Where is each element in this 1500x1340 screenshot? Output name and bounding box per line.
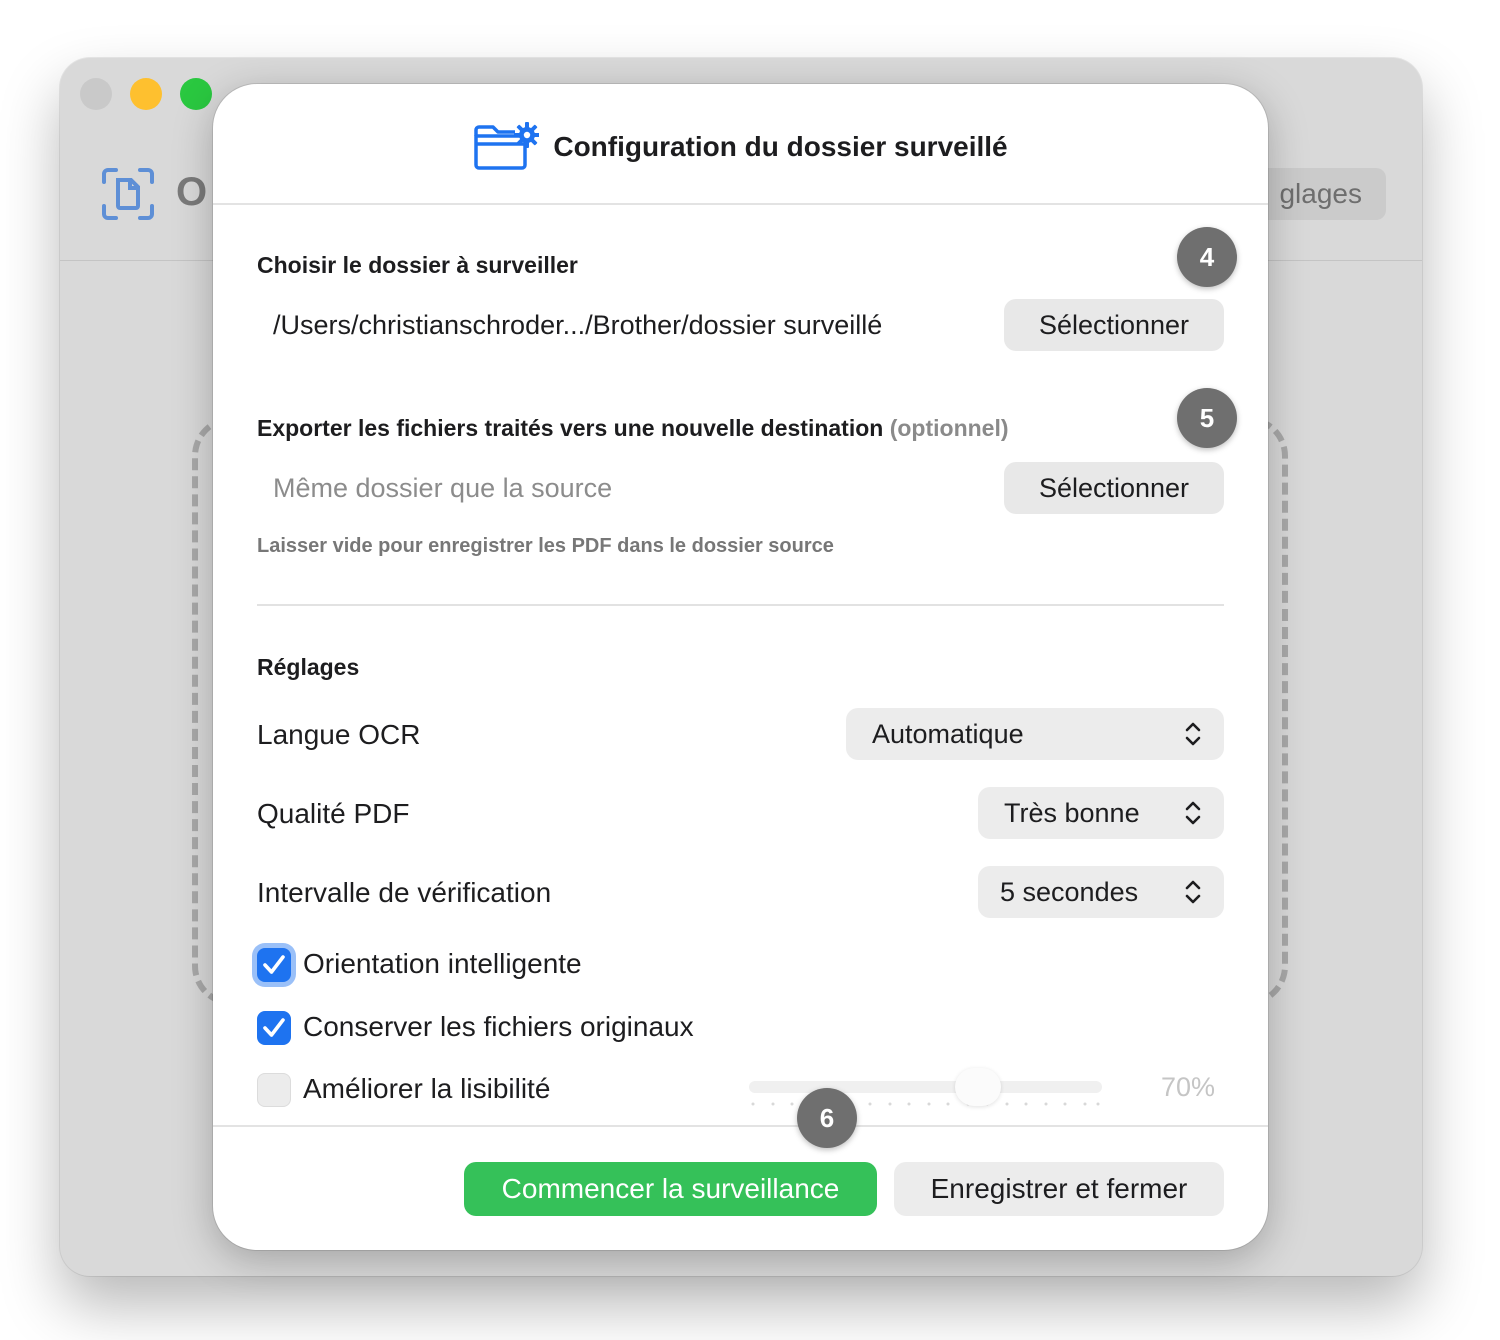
step-badge-5: 5	[1177, 388, 1237, 448]
pdf-quality-value: Très bonne	[1004, 798, 1140, 828]
save-and-close-button[interactable]: Enregistrer et fermer	[894, 1162, 1224, 1216]
footer-divider	[213, 1125, 1268, 1127]
section-divider	[257, 604, 1224, 606]
scan-document-icon	[102, 168, 154, 220]
step-badge-4: 4	[1177, 227, 1237, 287]
check-interval-label: Intervalle de vérification	[257, 877, 552, 908]
chevron-updown-icon	[1185, 801, 1201, 825]
step-badge-6: 6	[797, 1088, 857, 1148]
pdf-quality-popup[interactable]: Très bonne	[978, 787, 1224, 839]
sheet-header: Configuration du dossier surveillé	[213, 84, 1268, 205]
smart-orientation-checkbox[interactable]	[257, 948, 291, 982]
optional-tag: (optionnel)	[889, 415, 1009, 441]
check-interval-value: 5 secondes	[1000, 877, 1139, 907]
export-helper-text: Laisser vide pour enregistrer les PDF da…	[257, 535, 834, 557]
export-destination-label: Exporter les fichiers traités vers une n…	[257, 415, 1009, 442]
app-title: O	[176, 170, 208, 214]
start-monitoring-button[interactable]: Commencer la surveillance	[464, 1162, 877, 1216]
source-folder-label: Choisir le dossier à surveiller	[257, 252, 578, 278]
keep-originals-checkbox[interactable]	[257, 1011, 291, 1045]
folder-gear-icon	[474, 121, 540, 170]
close-window-button[interactable]	[80, 78, 112, 110]
check-interval-popup[interactable]: 5 secondes	[978, 866, 1224, 918]
readability-slider-value: 70%	[1161, 1072, 1216, 1102]
readability-slider-track[interactable]	[749, 1081, 1102, 1093]
sheet-title: Configuration du dossier surveillé	[553, 130, 1008, 162]
zoom-window-button[interactable]	[180, 78, 212, 110]
select-export-button[interactable]: Sélectionner	[1004, 462, 1224, 514]
checkmark-icon	[263, 955, 285, 974]
improve-readability-checkbox[interactable]	[257, 1073, 291, 1107]
watched-folder-sheet: Configuration du dossier surveillé Chois…	[213, 84, 1268, 1250]
source-path: /Users/christianschroder.../Brother/doss…	[273, 310, 883, 340]
settings-heading: Réglages	[257, 654, 360, 680]
export-path-placeholder: Même dossier que la source	[273, 473, 613, 503]
minimize-window-button[interactable]	[130, 78, 162, 110]
select-source-button[interactable]: Sélectionner	[1004, 299, 1224, 351]
ocr-language-popup[interactable]: Automatique	[846, 708, 1224, 760]
checkmark-icon	[263, 1018, 285, 1037]
ocr-language-label: Langue OCR	[257, 719, 421, 750]
smart-orientation-label: Orientation intelligente	[303, 948, 582, 979]
ocr-language-value: Automatique	[872, 719, 1024, 749]
readability-slider-thumb[interactable]	[955, 1068, 1001, 1106]
chevron-updown-icon	[1185, 880, 1201, 904]
chevron-updown-icon	[1185, 722, 1201, 746]
export-destination-text: Exporter les fichiers traités vers une n…	[257, 415, 884, 441]
improve-readability-label: Améliorer la lisibilité	[303, 1073, 551, 1104]
pdf-quality-label: Qualité PDF	[257, 798, 410, 829]
keep-originals-label: Conserver les fichiers originaux	[303, 1011, 694, 1042]
